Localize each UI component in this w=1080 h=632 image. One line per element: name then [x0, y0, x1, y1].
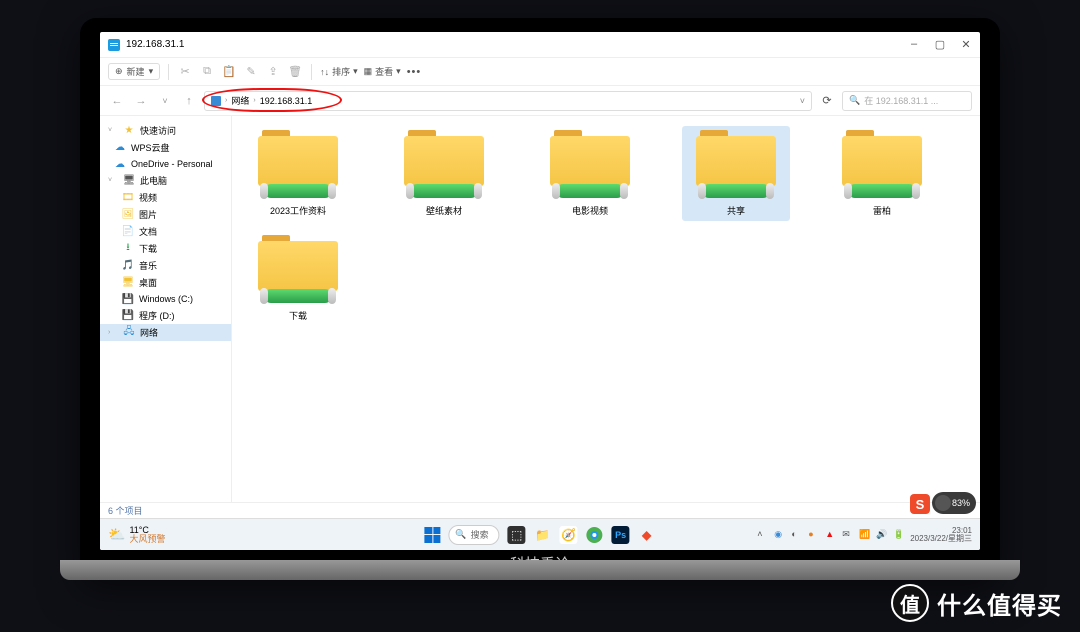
taskbar-search[interactable]: 🔍 搜索 — [448, 525, 499, 545]
network-icon — [211, 96, 221, 106]
maximize-button[interactable]: ▢ — [934, 38, 946, 51]
new-button[interactable]: ⊕ 新建 ▾ — [108, 63, 160, 80]
more-button[interactable]: ••• — [407, 66, 422, 78]
wifi-icon[interactable]: 📶 — [859, 529, 871, 541]
volume-icon[interactable]: 🔊 — [876, 529, 888, 541]
network-folder[interactable]: 共享 — [682, 126, 790, 221]
sidebar: ˅★快速访问 ☁WPS云盘 ☁OneDrive - Personal ˅🖥此电脑… — [100, 116, 232, 502]
close-button[interactable]: ✕ — [960, 38, 972, 51]
back-button[interactable]: ← — [108, 92, 126, 110]
sidebar-cdrive[interactable]: 💾Windows (C:) — [100, 291, 231, 307]
paste-icon[interactable]: 📋 — [221, 64, 237, 80]
network-folder[interactable]: 2023工作资料 — [244, 126, 352, 221]
app-icon — [108, 39, 120, 51]
battery-icon[interactable]: 🔋 — [893, 529, 905, 541]
breadcrumb-network[interactable]: 网络 — [231, 94, 249, 107]
sidebar-programs[interactable]: 💾程序 (D:) — [100, 307, 231, 324]
sidebar-music[interactable]: 🎵音乐 — [100, 257, 231, 274]
sidebar-desktop[interactable]: 🖥桌面 — [100, 274, 231, 291]
sogou-badge-icon[interactable]: S — [910, 494, 930, 514]
photoshop-icon[interactable]: Ps — [612, 526, 630, 544]
sidebar-pictures[interactable]: 🖼图片 — [100, 206, 231, 223]
tray-chevron-icon[interactable]: ˄ — [757, 529, 769, 541]
sidebar-thispc[interactable]: ˅🖥此电脑 — [100, 172, 231, 189]
explorer-icon[interactable]: 📁 — [534, 526, 552, 544]
rename-icon[interactable]: ✎ — [243, 64, 259, 80]
start-button[interactable] — [424, 527, 440, 543]
sidebar-videos[interactable]: 🎞视频 — [100, 189, 231, 206]
refresh-button[interactable]: ⟳ — [818, 92, 836, 110]
network-folder[interactable]: 电影视频 — [536, 126, 644, 221]
folder-content: 2023工作资料 壁纸素材 电影视频 共享 — [232, 116, 980, 502]
network-folder[interactable]: 壁纸素材 — [390, 126, 498, 221]
breadcrumb-ip[interactable]: 192.168.31.1 — [260, 96, 313, 106]
edge-icon[interactable]: 🧭 — [560, 526, 578, 544]
sidebar-quickaccess[interactable]: ˅★快速访问 — [100, 122, 231, 139]
sort-button[interactable]: ↑↓ 排序 ▾ — [320, 65, 358, 78]
window-title: 192.168.31.1 — [126, 39, 184, 50]
tray-app-icon[interactable]: ◉ — [774, 529, 786, 541]
share-icon[interactable]: ⇪ — [265, 64, 281, 80]
address-bar[interactable]: › 网络 › 192.168.31.1 ˅ — [204, 91, 812, 111]
clock[interactable]: 23:01 2023/3/22/星期三 — [910, 527, 972, 543]
copy-icon[interactable]: ⧉ — [199, 64, 215, 80]
app-icon[interactable]: ◆ — [638, 526, 656, 544]
parent-button[interactable]: ↑ — [180, 92, 198, 110]
watermark-icon: 值 — [891, 584, 929, 622]
sidebar-documents[interactable]: 📄文档 — [100, 223, 231, 240]
cut-icon[interactable]: ✂ — [177, 64, 193, 80]
tray-app-icon[interactable]: ▲ — [825, 529, 837, 541]
view-button[interactable]: ▦ 查看 ▾ — [364, 65, 401, 78]
sidebar-wps[interactable]: ☁WPS云盘 — [100, 139, 231, 156]
tray-app-icon[interactable]: ◐ — [791, 529, 803, 541]
taskview-icon[interactable]: ⬚ — [508, 526, 526, 544]
tray-app-icon[interactable]: ✉ — [842, 529, 854, 541]
sidebar-onedrive[interactable]: ☁OneDrive - Personal — [100, 156, 231, 172]
network-folder[interactable]: 雷柏 — [828, 126, 936, 221]
forward-button[interactable]: → — [132, 92, 150, 110]
chrome-icon[interactable] — [586, 526, 604, 544]
minimize-button[interactable]: – — [908, 38, 920, 51]
status-bar: 6 个项目 — [100, 502, 980, 518]
up-button[interactable]: ˅ — [156, 92, 174, 110]
weather-widget[interactable]: ⛅ 11°C大风预警 — [108, 526, 165, 544]
tray-app-icon[interactable]: ● — [808, 529, 820, 541]
watermark: 值 什么值得买 — [891, 584, 1062, 622]
search-input[interactable]: 🔍 在 192.168.31.1 ... — [842, 91, 972, 111]
delete-icon[interactable]: 🗑 — [287, 64, 303, 80]
sidebar-downloads[interactable]: ⭳下载 — [100, 240, 231, 257]
sidebar-network[interactable]: ›🖧网络 — [100, 324, 231, 341]
network-folder[interactable]: 下载 — [244, 231, 352, 326]
taskbar: ⛅ 11°C大风预警 🔍 搜索 ⬚ 📁 🧭 Ps ◆ ˄ ◉ ◐ ● ▲ ✉ — [100, 518, 980, 550]
battery-indicator[interactable]: 83% — [932, 492, 976, 514]
